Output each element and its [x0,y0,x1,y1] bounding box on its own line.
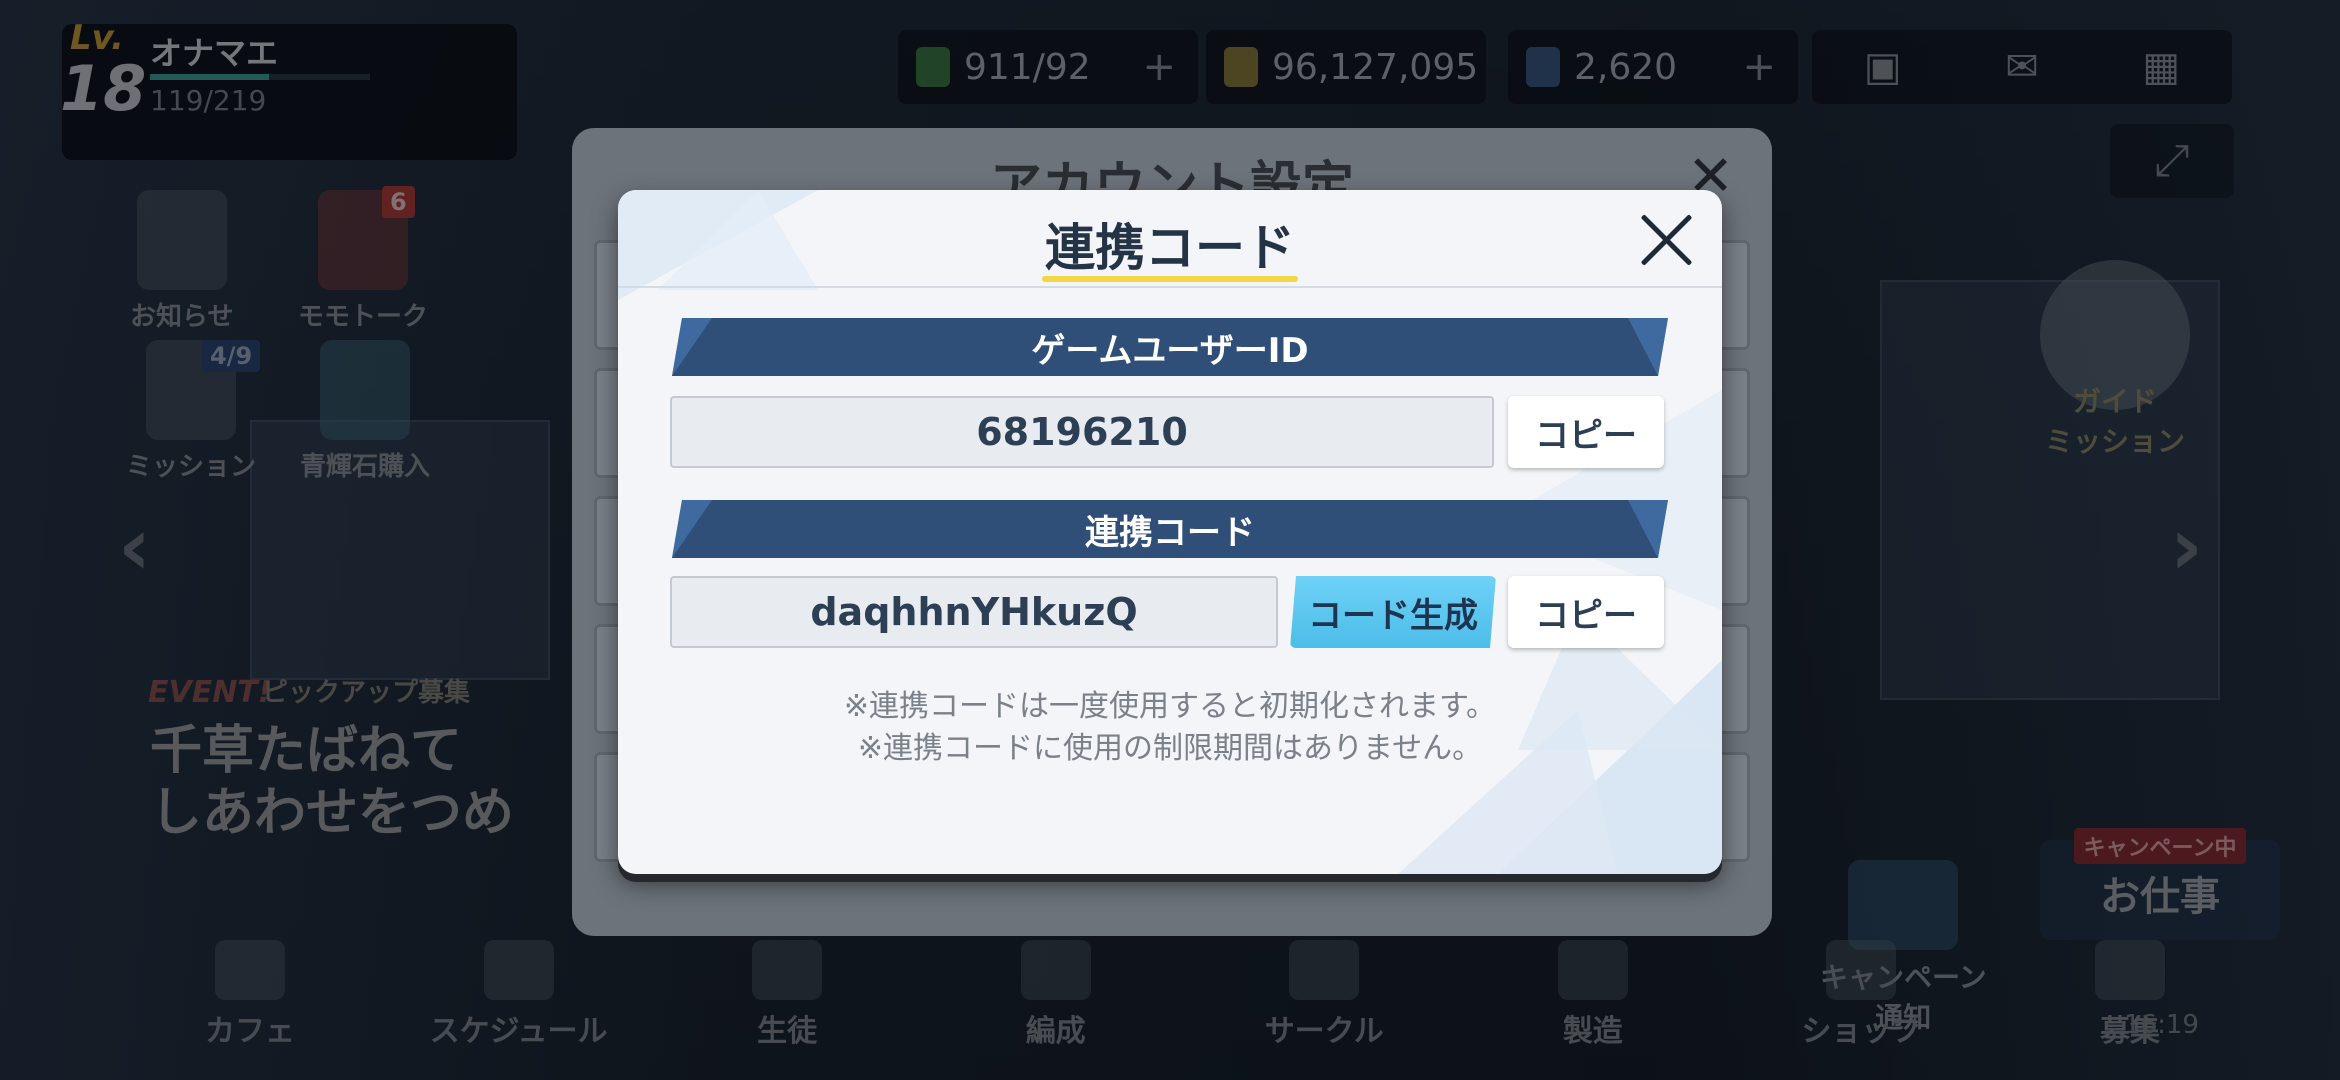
note-reset: ※連携コードは一度使用すると初期化されます。 [843,689,1497,724]
copy-link-code-button[interactable]: コピー [1508,576,1664,648]
link-code-header-label: 連携コード [1085,512,1255,553]
generate-code-button[interactable]: コード生成 [1290,576,1496,648]
close-icon[interactable] [1636,210,1696,270]
copy-user-id-button[interactable]: コピー [1508,396,1664,468]
link-code-modal: 連携コード ゲームユーザーID 68196210 コピー 連携コード daqhh… [618,190,1722,874]
user-id-field: 68196210 [670,396,1494,468]
user-id-header: ゲームユーザーID [672,318,1668,376]
note-no-expiry: ※連携コードに使用の制限期間はありません。 [857,731,1483,766]
notes: ※連携コードは一度使用すると初期化されます。 ※連携コードに使用の制限期間はあり… [618,686,1722,770]
title-underline [1042,276,1298,282]
user-id-header-label: ゲームユーザーID [1031,330,1309,371]
title-divider [618,286,1722,288]
link-code-title: 連携コード [1045,219,1295,277]
link-code-header: 連携コード [672,500,1668,558]
link-code-field: daqhhnYHkuzQ [670,576,1278,648]
